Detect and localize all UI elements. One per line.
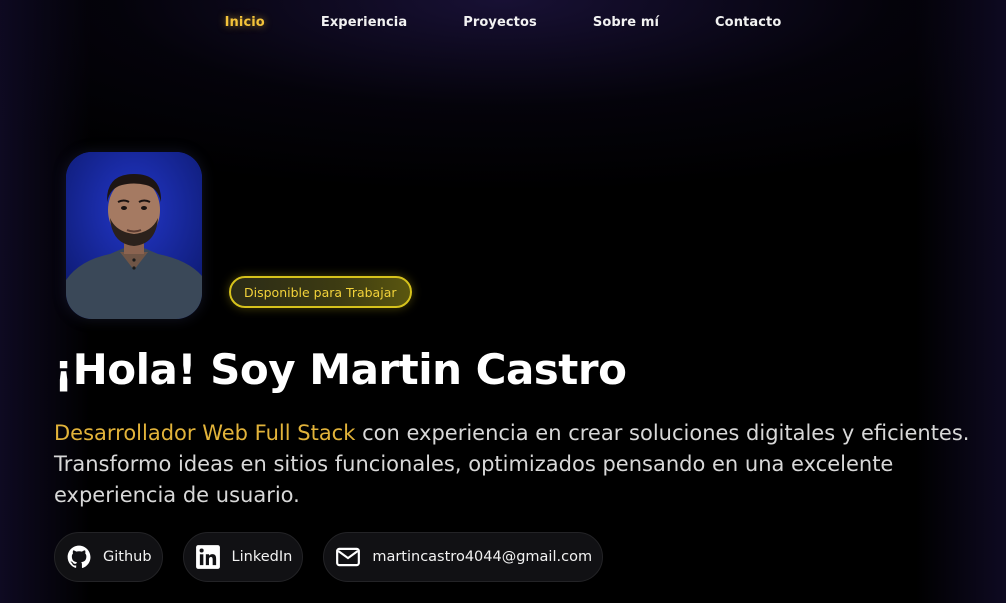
linkedin-icon (194, 543, 222, 571)
contact-links: Github LinkedIn martincastro4044@gmail.c… (54, 532, 604, 582)
linkedin-link[interactable]: LinkedIn (182, 532, 304, 582)
github-link[interactable]: Github (54, 532, 163, 582)
hero-description: Desarrollador Web Full Stack con experie… (54, 418, 974, 511)
profile-photo (66, 152, 202, 319)
hero-title: ¡Hola! Soy Martin Castro (54, 345, 627, 394)
availability-badge: Disponible para Trabajar (229, 276, 412, 308)
nav-item-sobre-mi[interactable]: Sobre mí (565, 15, 687, 30)
github-label: Github (103, 549, 152, 565)
nav-item-experiencia[interactable]: Experiencia (293, 15, 435, 30)
email-link[interactable]: martincastro4044@gmail.com (323, 532, 604, 582)
github-icon (65, 543, 93, 571)
linkedin-label: LinkedIn (231, 549, 293, 565)
nav-item-contacto[interactable]: Contacto (687, 15, 809, 30)
role-highlight: Desarrollador Web Full Stack (54, 421, 356, 445)
nav-item-inicio[interactable]: Inicio (197, 15, 293, 30)
mail-icon (334, 543, 362, 571)
top-navigation: Inicio Experiencia Proyectos Sobre mí Co… (0, 0, 1006, 44)
nav-item-proyectos[interactable]: Proyectos (435, 15, 565, 30)
email-label: martincastro4044@gmail.com (372, 549, 593, 565)
